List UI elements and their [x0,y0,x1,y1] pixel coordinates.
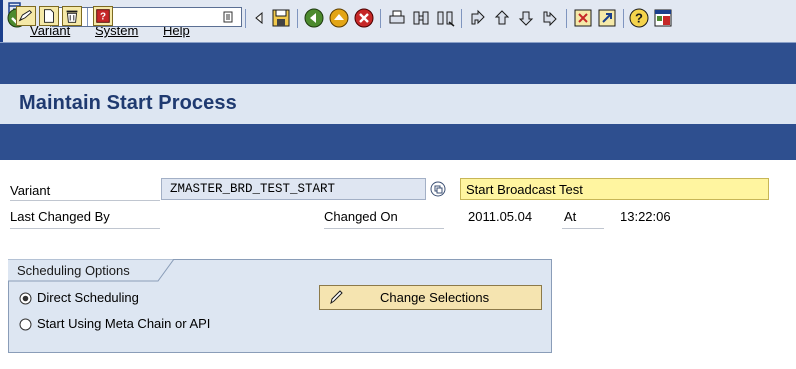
change-selections-label: Change Selections [380,290,490,305]
customize-layout-icon[interactable] [652,7,674,29]
search-help-icon[interactable] [430,181,446,197]
remove-icon: ? [96,9,110,23]
menu-bar-edge [0,0,3,42]
radio-direct-scheduling[interactable] [19,292,32,305]
shortcut-icon[interactable] [596,7,618,29]
svg-text:?: ? [100,12,106,23]
remove-button[interactable]: ? [93,6,113,26]
change-button[interactable] [16,6,36,26]
cancel-icon[interactable] [353,7,375,29]
at-label: At [564,209,577,224]
print-icon[interactable] [386,7,408,29]
meta-chain-label: Start Using Meta Chain or API [37,316,211,331]
variant-description-field[interactable]: Start Broadcast Test [460,178,769,200]
toolbar-separator [380,9,381,28]
label-underline [562,228,604,229]
exit-icon[interactable] [328,7,350,29]
help-icon[interactable]: ? [628,7,650,29]
delete-icon [66,10,78,23]
radio-meta-chain[interactable] [19,318,32,331]
command-history-icon[interactable] [222,11,234,23]
variant-label: Variant [10,183,51,198]
label-underline [324,228,444,229]
label-underline [10,200,160,201]
group-title: Scheduling Options [17,263,130,278]
delete-button[interactable] [62,6,82,26]
create-icon [44,9,54,23]
toolbar-separator [461,9,462,28]
change-icon [18,10,33,22]
standard-toolbar [0,42,796,84]
find-next-icon[interactable] [434,7,456,29]
pencil-icon [330,290,343,305]
toolbar-separator [623,9,624,28]
direct-scheduling-label: Direct Scheduling [37,290,139,305]
create-session-icon[interactable] [572,7,594,29]
variant-input[interactable]: ZMASTER_BRD_TEST_START [161,178,426,200]
at-value: 13:22:06 [620,209,671,224]
last-changed-by-label: Last Changed By [10,209,110,224]
application-toolbar [0,124,796,160]
back-icon[interactable] [303,7,325,29]
changed-on-value: 2011.05.04 [468,209,533,224]
toolbar-separator [297,9,298,28]
toolbar-separator [87,8,88,26]
back-arrow-icon[interactable] [252,7,266,29]
first-page-icon[interactable] [467,7,489,29]
last-page-icon[interactable] [539,7,561,29]
page-title: Maintain Start Process [19,92,237,114]
find-icon[interactable] [410,7,432,29]
save-icon[interactable] [270,7,292,29]
next-page-icon[interactable] [515,7,537,29]
toolbar-separator [245,9,246,28]
previous-page-icon[interactable] [491,7,513,29]
create-button[interactable] [39,6,59,26]
label-underline [10,228,160,229]
changed-on-label: Changed On [324,209,398,224]
svg-text:?: ? [635,11,643,26]
toolbar-separator [566,9,567,28]
